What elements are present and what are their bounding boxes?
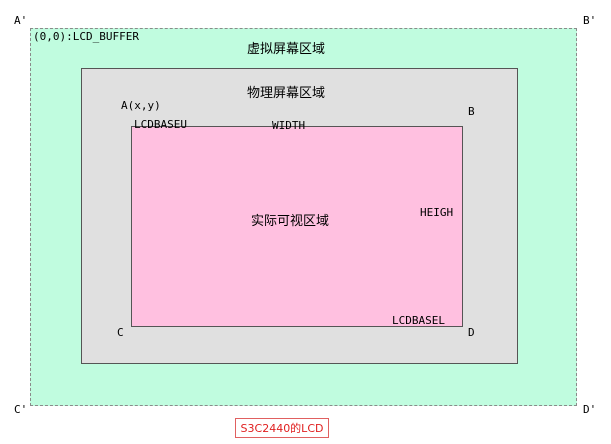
- lcdbasel-label: LCDBASEL: [392, 314, 445, 327]
- corner-label-d-prime: D': [583, 403, 597, 416]
- width-label: WIDTH: [272, 119, 306, 132]
- origin-label: (0,0):LCD_BUFFER: [33, 30, 139, 43]
- corner-label-b-prime: B': [583, 14, 597, 27]
- visible-area-title: 实际可视区域: [251, 214, 330, 229]
- virtual-area-title: 虚拟屏幕区域: [247, 42, 326, 57]
- corner-label-c: C: [117, 326, 124, 339]
- corner-label-b: B: [468, 105, 475, 118]
- heigh-label: HEIGH: [420, 206, 454, 219]
- physical-area-title: 物理屏幕区域: [247, 86, 326, 101]
- caption-text: S3C2440的LCD: [240, 422, 324, 435]
- corner-label-d: D: [468, 326, 475, 339]
- corner-label-c-prime: C': [14, 403, 28, 416]
- lcdbaseu-label: LCDBASEU: [134, 118, 187, 131]
- corner-label-a-prime: A': [14, 14, 28, 27]
- corner-label-a: A(x,y): [121, 99, 161, 112]
- caption: S3C2440的LCD: [235, 418, 329, 438]
